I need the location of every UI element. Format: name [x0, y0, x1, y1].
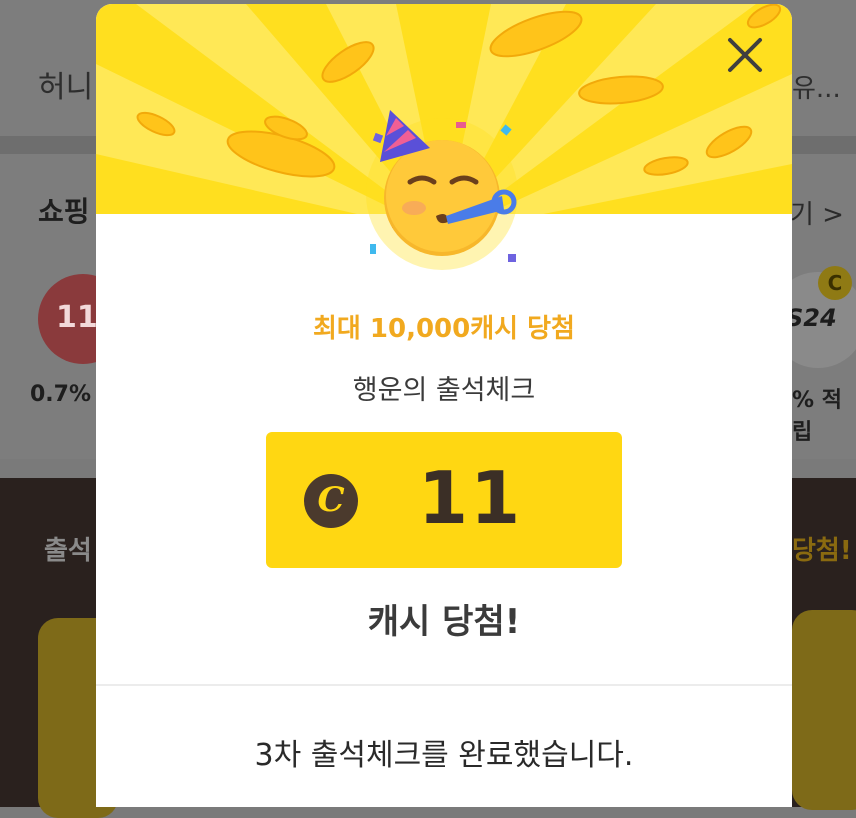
background-header-title: 허니: [38, 70, 94, 105]
background-11st-logo-text: 11: [56, 300, 98, 335]
background-shopping-title: 쇼핑: [38, 195, 90, 228]
completion-message: 3차 출석체크를 완료했습니다.: [254, 738, 634, 773]
event-title: 행운의 출석체크: [352, 375, 536, 406]
background-rate-left: 0.7%: [30, 382, 92, 407]
attendance-result-modal: 최대 10,000캐시 당첨 행운의 출석체크 C 11 캐시 당첨! 3차 출…: [96, 4, 792, 807]
cash-result-box: C 11: [266, 432, 622, 568]
max-prize-label: 최대 10,000캐시 당첨: [313, 314, 575, 344]
close-button[interactable]: [716, 26, 774, 84]
modal-divider: [96, 684, 792, 686]
background-shopping-more-link: 기 >: [790, 200, 844, 230]
background-header-right-text: 유...: [792, 74, 841, 104]
background-yes24-logo-text: S24: [786, 304, 837, 332]
background-attendance-win-text: 당첨!: [792, 536, 852, 566]
close-icon: [728, 38, 762, 72]
background-attendance-title: 출석: [44, 536, 92, 566]
background-rate-right: % 적립: [792, 388, 842, 445]
cash-coin-icon: C: [304, 474, 358, 528]
cash-amount-value: 11: [418, 456, 523, 540]
background-coin-badge-icon: C: [818, 266, 852, 300]
background-card-right: [792, 610, 856, 810]
partying-face-icon: [352, 104, 532, 284]
cash-won-heading: 캐시 당첨!: [367, 602, 521, 642]
